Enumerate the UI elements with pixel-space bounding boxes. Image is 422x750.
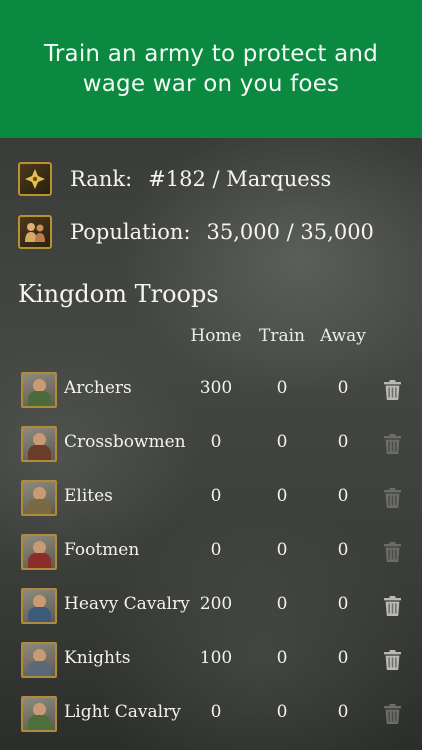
troop-home-count: 0 [210,702,222,722]
troop-away-count: 0 [337,378,349,398]
population-label: Population: [70,220,191,244]
population-value: 35,000 / 35,000 [206,220,374,244]
troop-name: Archers [64,378,132,398]
column-header-home: Home [190,326,242,346]
portrait-body [28,553,51,568]
troop-train-count: 0 [276,486,288,506]
trash-icon [384,542,401,562]
portrait-body [28,499,51,514]
rank-value: #182 / Marquess [148,167,332,191]
banner-text: Train an army to protect and wage war on… [44,41,378,97]
troop-train-count: 0 [276,540,288,560]
troop-away-count: 0 [337,432,349,452]
portrait-body [28,445,51,460]
trash-icon [384,704,401,724]
trash-icon [384,488,401,508]
troop-row[interactable]: Crossbowmen 0 0 0 [0,426,422,480]
trash-icon[interactable] [384,650,401,670]
trash-icon [384,434,401,454]
troop-row[interactable]: Footmen 0 0 0 [0,534,422,588]
troop-portrait-icon [21,642,57,678]
troop-name: Footmen [64,540,140,560]
troop-away-count: 0 [337,540,349,560]
rank-row: Rank: #182 / Marquess [18,162,331,196]
rank-label: Rank: [70,167,133,191]
troop-home-count: 0 [210,486,222,506]
column-header-train: Train [259,326,305,346]
troop-name: Light Cavalry [64,702,181,722]
column-header-away: Away [320,326,366,346]
troop-train-count: 0 [276,594,288,614]
trash-icon[interactable] [384,380,401,400]
section-title: Kingdom Troops [18,280,219,308]
troop-home-count: 200 [199,594,233,614]
troop-home-count: 0 [210,540,222,560]
troop-home-count: 100 [199,648,233,668]
troop-row[interactable]: Light Cavalry 0 0 0 [0,696,422,750]
troop-row[interactable]: Heavy Cavalry 200 0 0 [0,588,422,642]
troop-away-count: 0 [337,486,349,506]
troop-portrait-icon [21,696,57,732]
troop-train-count: 0 [276,702,288,722]
troop-name: Crossbowmen [64,432,186,452]
portrait-body [28,607,51,622]
portrait-body [28,661,51,676]
troop-train-count: 0 [276,648,288,668]
troop-row[interactable]: Archers 300 0 0 [0,372,422,426]
troop-away-count: 0 [337,594,349,614]
portrait-body [28,391,51,406]
portrait-body [28,715,51,730]
troop-name: Knights [64,648,131,668]
population-row: Population: 35,000 / 35,000 [18,215,374,249]
troop-train-count: 0 [276,378,288,398]
troop-home-count: 300 [199,378,233,398]
trash-icon[interactable] [384,596,401,616]
troop-name: Elites [64,486,113,506]
troop-portrait-icon [21,480,57,516]
troop-portrait-icon [21,372,57,408]
population-people-icon [18,215,52,249]
rank-cross-icon [18,162,52,196]
troop-train-count: 0 [276,432,288,452]
troop-portrait-icon [21,588,57,624]
troop-home-count: 0 [210,432,222,452]
troop-away-count: 0 [337,702,349,722]
troop-portrait-icon [21,534,57,570]
troop-row[interactable]: Knights 100 0 0 [0,642,422,696]
troop-name: Heavy Cavalry [64,594,190,614]
troop-row[interactable]: Elites 0 0 0 [0,480,422,534]
troop-portrait-icon [21,426,57,462]
promo-banner: Train an army to protect and wage war on… [0,0,422,138]
troop-away-count: 0 [337,648,349,668]
